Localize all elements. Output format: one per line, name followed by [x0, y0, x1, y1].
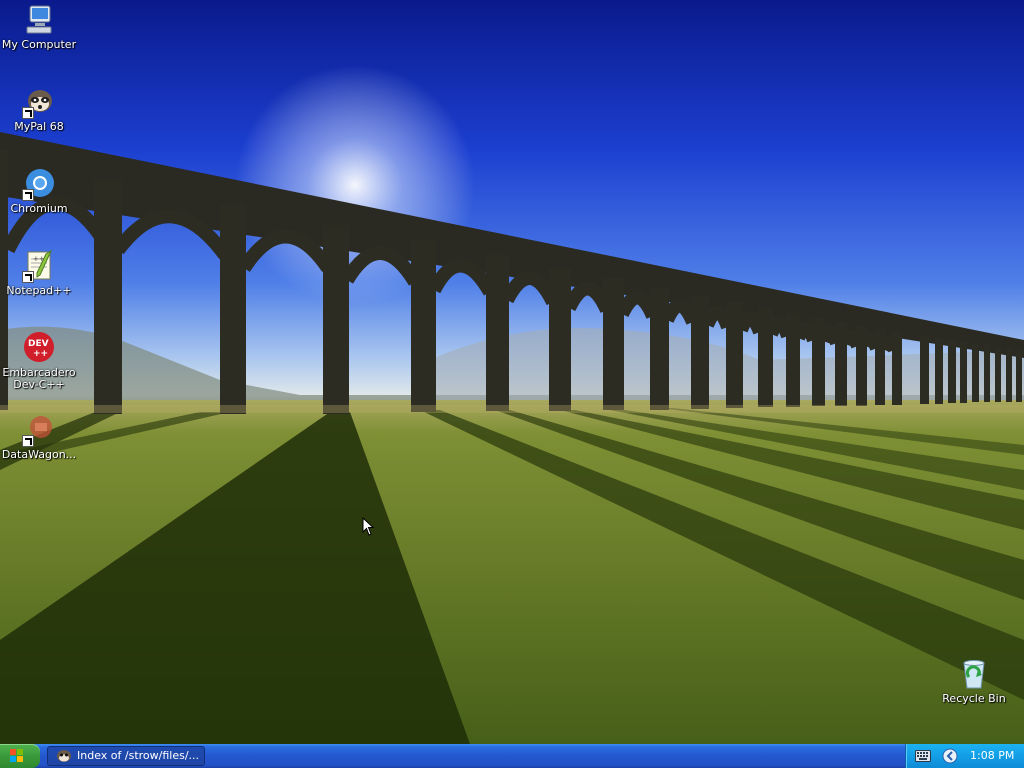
desktop-icon-label: Recycle Bin [942, 692, 1006, 705]
shortcut-arrow-icon [22, 107, 34, 119]
mouse-cursor-icon [362, 517, 374, 536]
shortcut-arrow-icon [22, 435, 34, 447]
desktop-icon-chromium[interactable]: Chromium [0, 167, 78, 215]
svg-text:DEV: DEV [28, 339, 49, 349]
desktop-icon-label: DataWagon... [1, 448, 77, 461]
desktop-icon-label: MyPal 68 [14, 120, 64, 133]
svg-text:++: ++ [33, 349, 48, 359]
shortcut-arrow-icon [22, 189, 34, 201]
shortcut-arrow-icon [22, 271, 34, 283]
notepad-plus-plus-icon: ++ [22, 249, 56, 283]
desktop-icon-label: My Computer [1, 38, 77, 51]
desktop-icon-notepad-plus-plus[interactable]: ++ Notepad++ [0, 249, 78, 297]
desktop-icon-label: Chromium [10, 202, 68, 215]
datawagon-icon [22, 413, 56, 447]
desktop-icon-recycle-bin[interactable]: Recycle Bin [935, 657, 1013, 705]
clock[interactable]: 1:08 PM [970, 744, 1014, 768]
desktop[interactable]: My Computer MyPal 68 Chromium ++ Notepad… [0, 0, 1024, 744]
desktop-icon-datawagon[interactable]: DataWagon... [0, 413, 78, 461]
taskbar-window-label: Index of /strow/files/... [77, 749, 200, 762]
computer-icon [22, 3, 56, 37]
desktop-icon-label: Notepad++ [6, 284, 72, 297]
wallpaper-image [0, 65, 1024, 744]
desktop-icon-my-computer[interactable]: My Computer [0, 3, 78, 51]
chromium-icon [22, 167, 56, 201]
start-button[interactable] [0, 744, 40, 768]
desktop-icon-mypal[interactable]: MyPal 68 [0, 85, 78, 133]
recycle-bin-icon [957, 657, 991, 691]
taskbar: Index of /strow/files/... 1:08 PM [0, 744, 1024, 768]
system-tray: 1:08 PM [905, 744, 1024, 768]
taskbar-window-button[interactable]: Index of /strow/files/... [47, 746, 205, 766]
dev-cpp-icon: DEV ++ [22, 331, 56, 365]
keyboard-icon[interactable] [915, 750, 931, 762]
svg-text:++: ++ [33, 255, 45, 263]
desktop-icon-label: Embarcadero Dev-C++ [2, 366, 76, 391]
show-hidden-icons-icon[interactable] [942, 748, 958, 764]
desktop-icon-dev-cpp[interactable]: DEV ++ Embarcadero Dev-C++ [0, 331, 78, 391]
raccoon-browser-icon [22, 85, 56, 119]
windows-flag-icon [10, 749, 23, 762]
browser-window-icon [57, 750, 71, 762]
